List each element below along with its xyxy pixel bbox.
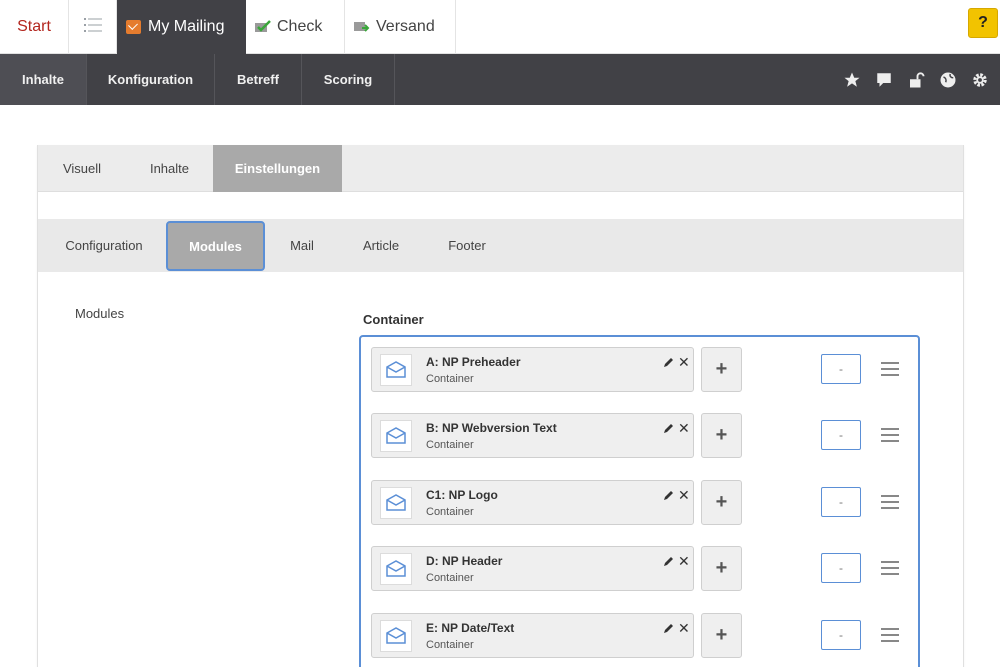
tab-start-label: Start (17, 18, 51, 35)
mailing-icon (126, 20, 141, 34)
container-list: A: NP Preheader Container ✕ + - B: NP We… (359, 335, 920, 667)
tab-versand[interactable]: Versand (345, 0, 456, 54)
order-input[interactable]: - (821, 620, 861, 650)
star-icon[interactable] (842, 70, 862, 90)
module-subtitle: Container (426, 373, 474, 385)
order-input[interactable]: - (821, 354, 861, 384)
list-view-button[interactable] (69, 0, 117, 54)
add-button[interactable]: + (701, 613, 742, 658)
module-title: C1: NP Logo (426, 488, 498, 502)
globe-icon[interactable] (938, 70, 958, 90)
content-panel: Visuell Inhalte Einstellungen Configurat… (37, 145, 964, 667)
gear-icon[interactable] (970, 70, 990, 90)
module-item[interactable]: E: NP Date/Text Container ✕ (371, 613, 694, 658)
tab-visuell[interactable]: Visuell (38, 145, 126, 192)
module-item[interactable]: C1: NP Logo Container ✕ (371, 480, 694, 525)
module-title: D: NP Header (426, 554, 503, 568)
envelope-icon (380, 354, 412, 386)
module-item[interactable]: A: NP Preheader Container ✕ (371, 347, 694, 392)
module-title: A: NP Preheader (426, 355, 521, 369)
add-button[interactable]: + (701, 413, 742, 458)
unlock-icon[interactable] (906, 70, 926, 90)
order-input[interactable]: - (821, 487, 861, 517)
close-icon[interactable]: ✕ (678, 554, 690, 568)
close-icon[interactable]: ✕ (678, 488, 690, 502)
add-button[interactable]: + (701, 480, 742, 525)
add-button[interactable]: + (701, 347, 742, 392)
drag-handle-icon[interactable] (881, 561, 899, 579)
nav-icons (842, 70, 990, 90)
tab-my-mailing-label: My Mailing (148, 18, 225, 35)
envelope-icon (380, 420, 412, 452)
container-title: Container (363, 312, 424, 327)
top-bar: Start My Mailing Check Versand ? (0, 0, 1000, 54)
module-item[interactable]: D: NP Header Container ✕ (371, 546, 694, 591)
tab-article[interactable]: Article (328, 219, 434, 272)
drag-handle-icon[interactable] (881, 495, 899, 513)
order-input[interactable]: - (821, 420, 861, 450)
pencil-icon[interactable] (663, 422, 675, 434)
tab-check[interactable]: Check (246, 0, 345, 54)
comment-icon[interactable] (874, 70, 894, 90)
pencil-icon[interactable] (663, 555, 675, 567)
module-title: E: NP Date/Text (426, 621, 515, 635)
modules-label: Modules (75, 306, 125, 321)
settings-tabs: Configuration Modules Mail Article Foote… (38, 219, 963, 272)
tab-start[interactable]: Start (0, 0, 69, 54)
module-subtitle: Container (426, 639, 474, 651)
module-subtitle: Container (426, 506, 474, 518)
tab-check-label: Check (277, 18, 323, 35)
drag-handle-icon[interactable] (881, 362, 899, 380)
envelope-icon (380, 620, 412, 652)
view-tabs: Visuell Inhalte Einstellungen (38, 145, 963, 192)
envelope-icon (380, 487, 412, 519)
tab-einstellungen[interactable]: Einstellungen (213, 145, 342, 192)
module-item[interactable]: B: NP Webversion Text Container ✕ (371, 413, 694, 458)
pencil-icon[interactable] (663, 356, 675, 368)
tab-mail[interactable]: Mail (276, 219, 328, 272)
add-button[interactable]: + (701, 546, 742, 591)
close-icon[interactable]: ✕ (678, 621, 690, 635)
module-title: B: NP Webversion Text (426, 421, 557, 435)
module-subtitle: Container (426, 439, 474, 451)
drag-handle-icon[interactable] (881, 428, 899, 446)
tab-modules[interactable]: Modules (166, 221, 265, 271)
pencil-icon[interactable] (663, 489, 675, 501)
envelope-icon (380, 553, 412, 585)
help-button[interactable]: ? (968, 8, 998, 38)
check-icon (255, 20, 271, 34)
tab-footer[interactable]: Footer (434, 219, 500, 272)
close-icon[interactable]: ✕ (678, 355, 690, 369)
close-icon[interactable]: ✕ (678, 421, 690, 435)
nav-tab-inhalte[interactable]: Inhalte (0, 54, 87, 105)
send-icon (354, 20, 370, 34)
tab-my-mailing[interactable]: My Mailing (117, 0, 246, 54)
nav-tab-scoring[interactable]: Scoring (302, 54, 395, 105)
nav-tab-betreff[interactable]: Betreff (215, 54, 302, 105)
tab-versand-label: Versand (376, 18, 435, 35)
order-input[interactable]: - (821, 553, 861, 583)
list-icon (83, 17, 102, 38)
tab-configuration[interactable]: Configuration (48, 219, 160, 272)
module-subtitle: Container (426, 572, 474, 584)
drag-handle-icon[interactable] (881, 628, 899, 646)
tab-inhalte[interactable]: Inhalte (126, 145, 213, 192)
main-nav: Inhalte Konfiguration Betreff Scoring (0, 54, 1000, 105)
nav-tab-konfiguration[interactable]: Konfiguration (87, 54, 215, 105)
pencil-icon[interactable] (663, 622, 675, 634)
